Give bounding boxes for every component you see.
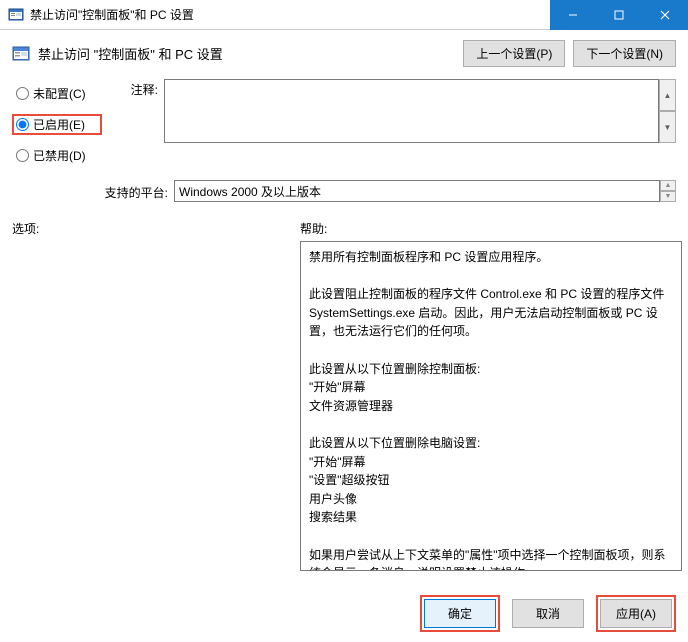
comment-label: 注释:: [102, 79, 164, 98]
comment-spin-down[interactable]: ▼: [659, 111, 676, 143]
platform-spin-up[interactable]: ▲: [660, 180, 676, 191]
close-button[interactable]: [642, 0, 688, 30]
radio-enabled[interactable]: 已启用(E): [12, 114, 102, 135]
help-label: 帮助:: [300, 220, 676, 237]
radio-enabled-label: 已启用(E): [33, 116, 85, 133]
help-text[interactable]: 禁用所有控制面板程序和 PC 设置应用程序。 此设置阻止控制面板的程序文件 Co…: [300, 241, 682, 571]
comment-textarea[interactable]: [164, 79, 659, 143]
radio-not-configured[interactable]: 未配置(C): [12, 83, 102, 104]
window-controls: [550, 0, 688, 30]
radio-disabled[interactable]: 已禁用(D): [12, 145, 102, 166]
platform-value: Windows 2000 及以上版本: [179, 183, 655, 200]
platform-spin-down[interactable]: ▼: [660, 191, 676, 202]
radio-enabled-input[interactable]: [16, 118, 29, 131]
radio-not-configured-input[interactable]: [16, 87, 29, 100]
maximize-button[interactable]: [596, 0, 642, 30]
window-icon: [8, 7, 24, 23]
radio-disabled-input[interactable]: [16, 149, 29, 162]
comment-spin-up[interactable]: ▲: [659, 79, 676, 111]
policy-icon: [12, 45, 30, 63]
radio-disabled-label: 已禁用(D): [33, 147, 86, 164]
apply-button[interactable]: 应用(A): [600, 599, 672, 628]
minimize-button[interactable]: [550, 0, 596, 30]
ok-button[interactable]: 确定: [424, 599, 496, 628]
platform-field: Windows 2000 及以上版本: [174, 180, 660, 202]
previous-setting-button[interactable]: 上一个设置(P): [463, 40, 565, 67]
next-setting-button[interactable]: 下一个设置(N): [573, 40, 676, 67]
cancel-button[interactable]: 取消: [512, 599, 584, 628]
platform-label: 支持的平台:: [102, 182, 174, 201]
radio-not-configured-label: 未配置(C): [33, 85, 86, 102]
policy-title: 禁止访问 "控制面板" 和 PC 设置: [38, 44, 463, 63]
titlebar: 禁止访问"控制面板"和 PC 设置: [0, 0, 688, 30]
options-label: 选项:: [12, 220, 300, 237]
window-title: 禁止访问"控制面板"和 PC 设置: [30, 6, 550, 23]
button-bar: 确定 取消 应用(A): [420, 595, 676, 632]
